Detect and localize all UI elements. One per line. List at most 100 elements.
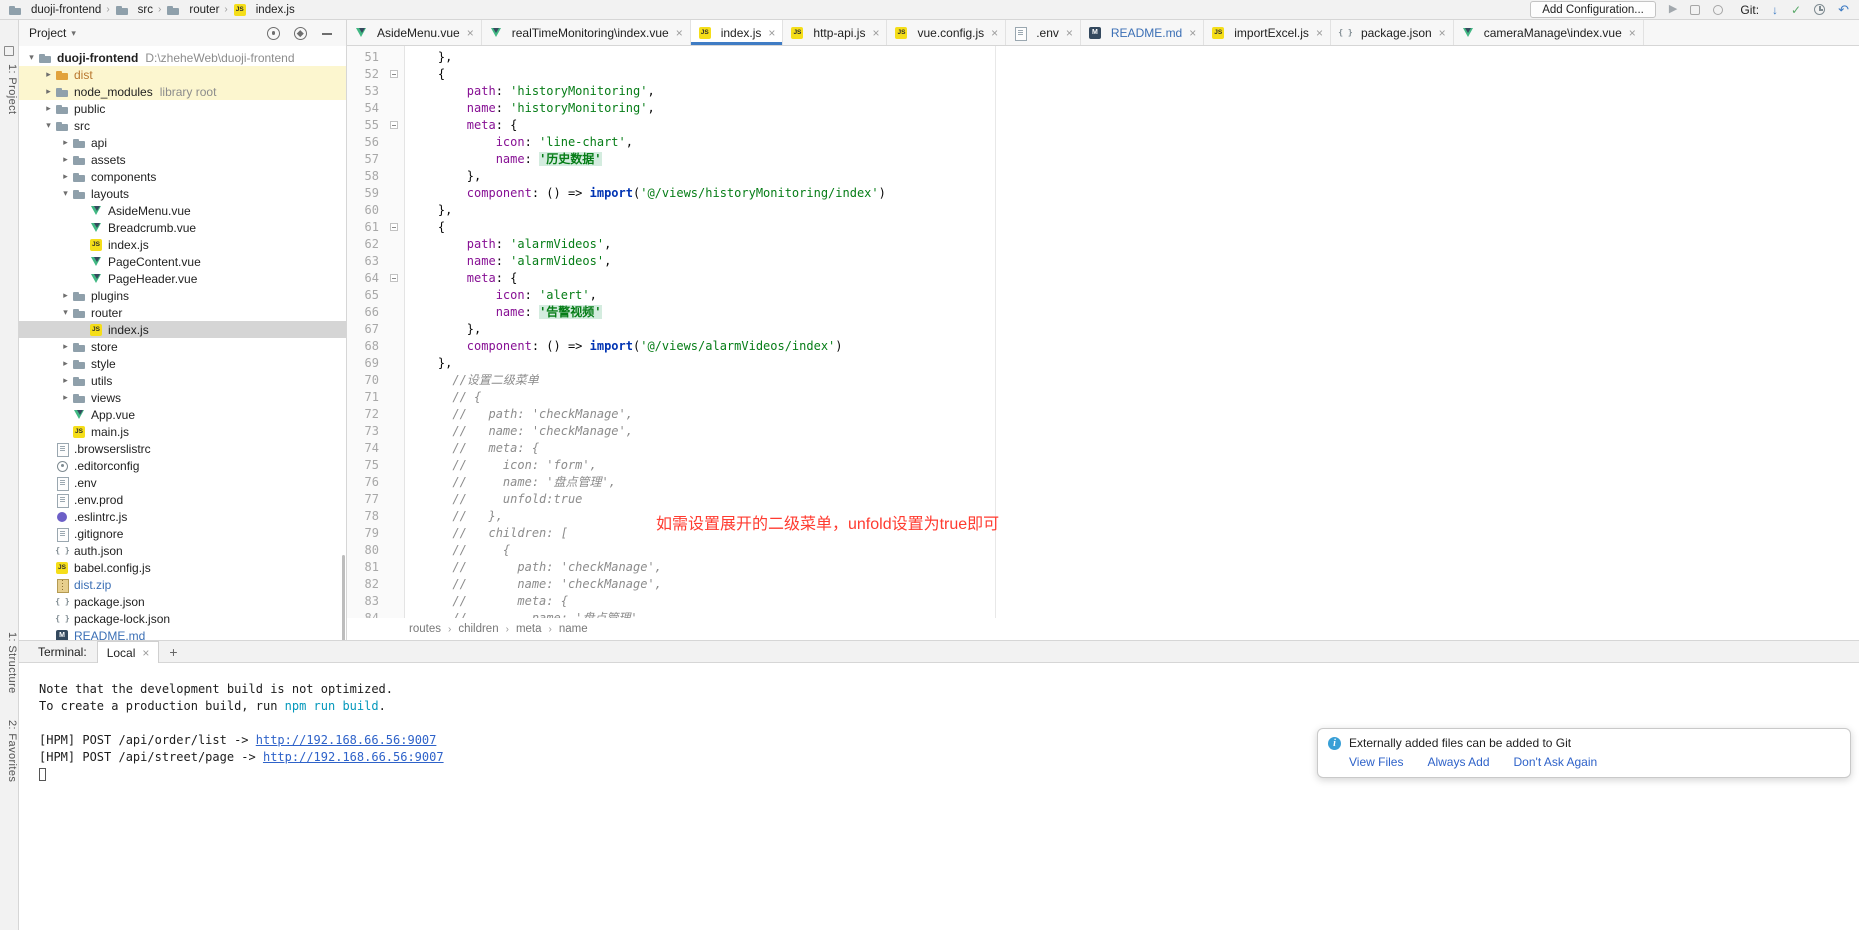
- tab-close-icon[interactable]: ×: [1316, 26, 1323, 40]
- close-icon[interactable]: ×: [142, 646, 149, 660]
- notification-action[interactable]: View Files: [1349, 755, 1403, 769]
- fold-gutter[interactable]: [385, 372, 405, 389]
- fold-gutter[interactable]: [385, 304, 405, 321]
- build-icon[interactable]: [1690, 5, 1700, 15]
- line-number[interactable]: 61: [347, 219, 385, 236]
- code-line[interactable]: 69 },: [347, 355, 1859, 372]
- fold-gutter[interactable]: [385, 559, 405, 576]
- code-line[interactable]: 60 },: [347, 202, 1859, 219]
- editor-breadcrumb-item[interactable]: routes: [409, 623, 441, 635]
- tab-close-icon[interactable]: ×: [768, 26, 775, 40]
- tree-item[interactable]: ▸style: [19, 355, 346, 372]
- fold-gutter[interactable]: [385, 49, 405, 66]
- chevron-right-icon[interactable]: ▸: [59, 341, 72, 352]
- tree-item[interactable]: ▸utils: [19, 372, 346, 389]
- gear-icon[interactable]: [294, 27, 307, 40]
- line-number[interactable]: 56: [347, 134, 385, 151]
- fold-gutter[interactable]: [385, 457, 405, 474]
- line-number[interactable]: 70: [347, 372, 385, 389]
- code-line[interactable]: 67 },: [347, 321, 1859, 338]
- tree-item[interactable]: .browserslistrc: [19, 440, 346, 457]
- fold-gutter[interactable]: [385, 321, 405, 338]
- editor-tab[interactable]: importExcel.js×: [1204, 20, 1331, 45]
- line-number[interactable]: 57: [347, 151, 385, 168]
- line-number[interactable]: 54: [347, 100, 385, 117]
- line-number[interactable]: 77: [347, 491, 385, 508]
- code-line[interactable]: 64 meta: {: [347, 270, 1859, 287]
- chevron-right-icon[interactable]: ▸: [59, 154, 72, 165]
- line-number[interactable]: 53: [347, 83, 385, 100]
- tree-item[interactable]: ▸components: [19, 168, 346, 185]
- line-number[interactable]: 80: [347, 542, 385, 559]
- fold-gutter[interactable]: [385, 593, 405, 610]
- line-number[interactable]: 84: [347, 610, 385, 618]
- line-number[interactable]: 52: [347, 66, 385, 83]
- project-panel-title[interactable]: Project: [29, 26, 66, 40]
- add-configuration-button[interactable]: Add Configuration...: [1530, 1, 1656, 18]
- code-line[interactable]: 76 // name: '盘点管理',: [347, 474, 1859, 491]
- tree-item[interactable]: PageHeader.vue: [19, 270, 346, 287]
- code-line[interactable]: 71 // {: [347, 389, 1859, 406]
- tree-item[interactable]: ▾src: [19, 117, 346, 134]
- terminal-link[interactable]: http://192.168.66.56:9007: [256, 733, 437, 747]
- code-line[interactable]: 70 //设置二级菜单: [347, 372, 1859, 389]
- fold-marker-icon[interactable]: [390, 223, 398, 231]
- tree-item[interactable]: ▸assets: [19, 151, 346, 168]
- tree-item[interactable]: ▸node_moduleslibrary root: [19, 83, 346, 100]
- editor-tab[interactable]: cameraManage\index.vue×: [1454, 20, 1644, 45]
- line-number[interactable]: 51: [347, 49, 385, 66]
- code-line[interactable]: 56 icon: 'line-chart',: [347, 134, 1859, 151]
- code-line[interactable]: 63 name: 'alarmVideos',: [347, 253, 1859, 270]
- fold-gutter[interactable]: [385, 202, 405, 219]
- chevron-down-icon[interactable]: ▾: [59, 307, 72, 318]
- fold-gutter[interactable]: [385, 440, 405, 457]
- fold-gutter[interactable]: [385, 474, 405, 491]
- code-line[interactable]: 59 component: () => import('@/views/hist…: [347, 185, 1859, 202]
- line-number[interactable]: 78: [347, 508, 385, 525]
- tree-item[interactable]: .env.prod: [19, 491, 346, 508]
- breadcrumb-item[interactable]: duoji-frontend: [6, 3, 103, 17]
- tree-item[interactable]: README.md: [19, 627, 346, 640]
- tree-item[interactable]: index.js: [19, 321, 346, 338]
- fold-gutter[interactable]: [385, 151, 405, 168]
- fold-marker-icon[interactable]: [390, 274, 398, 282]
- tree-item[interactable]: ▸views: [19, 389, 346, 406]
- fold-marker-icon[interactable]: [390, 70, 398, 78]
- fold-gutter[interactable]: [385, 542, 405, 559]
- line-number[interactable]: 81: [347, 559, 385, 576]
- project-tool-icon[interactable]: [4, 46, 14, 56]
- tree-item[interactable]: babel.config.js: [19, 559, 346, 576]
- line-number[interactable]: 58: [347, 168, 385, 185]
- locate-file-icon[interactable]: [267, 27, 280, 40]
- line-number[interactable]: 75: [347, 457, 385, 474]
- tab-close-icon[interactable]: ×: [872, 26, 879, 40]
- fold-gutter[interactable]: [385, 168, 405, 185]
- line-number[interactable]: 82: [347, 576, 385, 593]
- code-line[interactable]: 82 // name: 'checkManage',: [347, 576, 1859, 593]
- line-number[interactable]: 66: [347, 304, 385, 321]
- editor-tab[interactable]: realTimeMonitoring\index.vue×: [482, 20, 691, 45]
- code-line[interactable]: 74 // meta: {: [347, 440, 1859, 457]
- code-line[interactable]: 57 name: '历史数据': [347, 151, 1859, 168]
- new-terminal-button[interactable]: +: [159, 641, 187, 662]
- line-number[interactable]: 60: [347, 202, 385, 219]
- code-line[interactable]: 54 name: 'historyMonitoring',: [347, 100, 1859, 117]
- chevron-right-icon[interactable]: ▸: [59, 290, 72, 301]
- tree-item[interactable]: index.js: [19, 236, 346, 253]
- chevron-down-icon[interactable]: ▾: [59, 188, 72, 199]
- fold-gutter[interactable]: [385, 100, 405, 117]
- tab-close-icon[interactable]: ×: [1629, 26, 1636, 40]
- editor-tab[interactable]: AsideMenu.vue×: [347, 20, 482, 45]
- editor-tab[interactable]: index.js×: [691, 20, 784, 45]
- code-line[interactable]: 58 },: [347, 168, 1859, 185]
- line-number[interactable]: 79: [347, 525, 385, 542]
- tree-item[interactable]: App.vue: [19, 406, 346, 423]
- fold-gutter[interactable]: [385, 338, 405, 355]
- line-number[interactable]: 67: [347, 321, 385, 338]
- chevron-right-icon[interactable]: ▸: [59, 358, 72, 369]
- editor-tab[interactable]: vue.config.js×: [887, 20, 1006, 45]
- line-number[interactable]: 72: [347, 406, 385, 423]
- code-line[interactable]: 68 component: () => import('@/views/alar…: [347, 338, 1859, 355]
- tree-item[interactable]: ▾router: [19, 304, 346, 321]
- code-line[interactable]: 52 {: [347, 66, 1859, 83]
